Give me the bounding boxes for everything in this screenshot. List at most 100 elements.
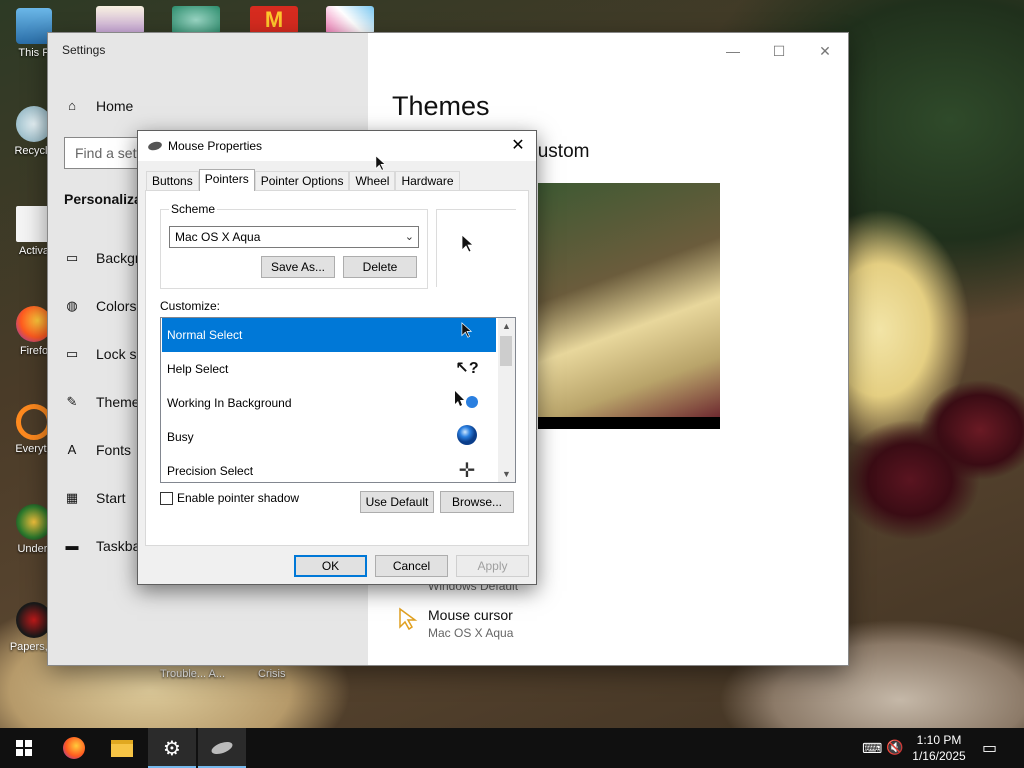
computer-icon <box>16 8 52 44</box>
customize-label: Customize: <box>160 299 221 313</box>
scheme-select[interactable]: Mac OS X Aqua ⌄ <box>169 226 419 248</box>
tab-hardware[interactable]: Hardware <box>395 171 460 191</box>
recycle-bin-icon <box>16 106 52 142</box>
taskbar-file-explorer[interactable] <box>98 728 146 768</box>
minimize-button[interactable]: — <box>710 37 756 65</box>
taskbar: ⚙ ⌨ 🔇 1:10 PM 1/16/2025 ▭ <box>0 728 1024 768</box>
dialog-close-button[interactable]: ✕ <box>508 136 528 156</box>
pointer-name: Normal Select <box>167 328 243 342</box>
close-button[interactable]: ✕ <box>802 37 848 65</box>
pointer-name: Busy <box>167 430 194 444</box>
checkbox-box[interactable] <box>160 491 173 505</box>
brush-icon: ✎ <box>66 394 78 409</box>
home-icon: ⌂ <box>68 98 76 113</box>
nav-home[interactable]: ⌂ Home <box>64 88 133 124</box>
nav-fonts[interactable]: A Fonts <box>64 432 131 468</box>
desktop-label-crisis[interactable]: Crisis <box>258 668 286 680</box>
scroll-up-arrow-icon[interactable]: ▲ <box>498 318 515 334</box>
desktop-icon-app-1[interactable] <box>96 6 144 34</box>
document-icon <box>16 206 52 242</box>
ok-button[interactable]: OK <box>294 555 367 577</box>
nav-start[interactable]: ▦ Start <box>64 480 126 516</box>
list-item[interactable]: Working In Background <box>162 386 496 420</box>
scheme-value: Mac OS X Aqua <box>175 230 261 244</box>
taskbar-mouse-properties[interactable] <box>198 728 246 768</box>
pointer-shadow-checkbox[interactable]: Enable pointer shadow <box>160 491 299 505</box>
settings-window-title: Settings <box>62 43 106 57</box>
taskbar-settings[interactable]: ⚙ <box>148 728 196 768</box>
palette-icon: ◍ <box>66 298 78 313</box>
page-title: Themes <box>392 91 490 121</box>
use-default-button[interactable]: Use Default <box>360 491 434 513</box>
clock[interactable]: 1:10 PM 1/16/2025 <box>906 732 972 764</box>
tab-strip: Buttons Pointers Pointer Options Wheel H… <box>146 169 460 191</box>
list-item[interactable]: Precision Select ✛ <box>162 454 496 482</box>
scroll-down-arrow-icon[interactable]: ▼ <box>498 466 515 482</box>
nav-home-label: Home <box>96 98 134 114</box>
tab-wheel[interactable]: Wheel <box>349 171 396 191</box>
start-grid-icon: ▦ <box>65 490 79 505</box>
pointer-name: Working In Background <box>167 396 292 410</box>
taskbar-icon: ▬ <box>65 538 79 553</box>
pointer-list[interactable]: Normal Select Help Select ↖? Working In … <box>160 317 516 483</box>
nav-label: Colors <box>96 298 137 314</box>
cursor-arrow-icon <box>399 607 418 631</box>
dialog-title-bar[interactable]: Mouse Properties ✕ <box>138 131 536 161</box>
delete-button[interactable]: Delete <box>343 256 417 278</box>
nav-label: Start <box>96 490 126 506</box>
desktop-icon-mcdonalds[interactable]: M <box>250 6 298 34</box>
folder-icon <box>111 739 133 757</box>
pointer-name: Precision Select <box>167 464 254 478</box>
pointer-shadow-label: Enable pointer shadow <box>177 491 300 505</box>
game-character-icon <box>16 504 52 540</box>
help-pointer-icon: ↖? <box>455 360 479 377</box>
tab-pointers[interactable]: Pointers <box>198 169 255 191</box>
tab-pointer-options[interactable]: Pointer Options <box>254 171 350 191</box>
taskbar-firefox[interactable] <box>50 728 98 768</box>
list-item[interactable]: Busy <box>162 420 496 454</box>
mouse-icon <box>147 140 163 152</box>
apply-button[interactable]: Apply <box>456 555 529 577</box>
start-button[interactable] <box>0 728 48 768</box>
firefox-icon <box>16 306 52 342</box>
tab-buttons[interactable]: Buttons <box>146 171 199 191</box>
mouse-cursor-setting[interactable]: Mouse cursor Mac OS X Aqua <box>398 607 513 640</box>
network-icon[interactable]: ⌨ <box>862 740 882 757</box>
desktop-icon-app-3[interactable] <box>326 6 374 34</box>
scroll-thumb[interactable] <box>500 336 512 366</box>
desktop-icon-app-2[interactable] <box>172 6 220 34</box>
nav-taskbar[interactable]: ▬ Taskbar <box>64 528 146 564</box>
mouse-properties-dialog: Mouse Properties ✕ Buttons Pointers Poin… <box>137 130 537 585</box>
desktop-label-troubleshoot[interactable]: Trouble... A... <box>160 668 225 680</box>
list-item[interactable]: Help Select ↖? <box>162 352 496 386</box>
browse-button[interactable]: Browse... <box>440 491 514 513</box>
mouse-icon <box>209 739 235 757</box>
search-magnifier-icon <box>16 404 52 440</box>
nav-themes[interactable]: ✎ Themes <box>64 384 147 420</box>
clock-time: 1:10 PM <box>916 733 962 747</box>
list-scrollbar[interactable]: ▲ ▼ <box>498 318 515 482</box>
arrow-pointer-icon <box>454 322 480 348</box>
picture-icon: ▭ <box>65 250 79 265</box>
firefox-icon <box>63 737 85 759</box>
chevron-down-icon: ⌄ <box>404 231 414 243</box>
volume-muted-icon[interactable]: 🔇 <box>886 739 903 756</box>
notification-center-icon[interactable]: ▭ <box>982 738 997 758</box>
nav-colors[interactable]: ◍ Colors <box>64 288 136 324</box>
arrow-pointer-icon <box>461 234 475 253</box>
scheme-label: Scheme <box>169 202 218 216</box>
dialog-title: Mouse Properties <box>168 139 263 153</box>
windows-logo-icon <box>16 740 32 756</box>
game-seal-icon <box>16 602 52 638</box>
nav-label: Fonts <box>96 442 132 458</box>
maximize-button[interactable]: ☐ <box>756 37 802 65</box>
list-item[interactable]: Normal Select <box>162 318 496 352</box>
pointer-name: Help Select <box>167 362 229 376</box>
crosshair-pointer-icon: ✛ <box>458 460 476 482</box>
save-as-button[interactable]: Save As... <box>261 256 335 278</box>
theme-preview-image <box>538 183 720 429</box>
working-pointer-icon <box>454 390 480 416</box>
cancel-button[interactable]: Cancel <box>375 555 448 577</box>
gear-icon: ⚙ <box>163 737 181 760</box>
busy-pointer-icon <box>454 424 480 450</box>
